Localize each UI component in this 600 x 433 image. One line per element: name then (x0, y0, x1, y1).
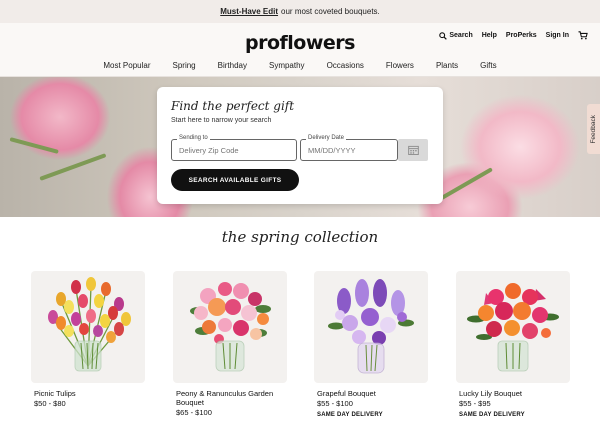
product-image-lucky-lily[interactable] (456, 271, 570, 383)
promo-text: our most coveted bouquets. (281, 7, 380, 16)
peony-stem (9, 137, 59, 154)
peony-stem (439, 167, 493, 201)
nav-flowers[interactable]: Flowers (375, 61, 425, 70)
nav-birthday[interactable]: Birthday (207, 61, 258, 70)
search-link[interactable]: Search (439, 31, 473, 40)
cart-button[interactable] (578, 31, 588, 40)
date-field: Delivery Date (300, 135, 398, 161)
product-image-peony-ranunculus[interactable] (173, 271, 287, 383)
grapeful-bouquet-illustration (328, 279, 414, 374)
tulips-illustration (48, 277, 131, 372)
finder-title: Find the perfect gift (171, 99, 295, 113)
lucky-lily-illustration (467, 283, 559, 372)
feedback-tab[interactable]: Feedback (587, 104, 600, 154)
product-image-grapeful-bouquet[interactable] (314, 271, 428, 383)
nav-most-popular[interactable]: Most Popular (92, 61, 161, 70)
cart-icon (578, 31, 588, 40)
product-card[interactable]: Grapeful Bouquet $55 - $100 SAME DAY DEL… (314, 271, 428, 418)
product-card[interactable]: Lucky Lily Bouquet $55 - $95 SAME DAY DE… (456, 271, 570, 418)
hero-banner: Find the perfect gift Start here to narr… (0, 77, 600, 217)
date-input[interactable] (301, 140, 397, 161)
peony-stem (39, 153, 107, 181)
search-gifts-button[interactable]: SEARCH AVAILABLE GIFTS (171, 169, 299, 191)
product-price: $50 - $80 (34, 399, 66, 408)
finder-subtitle: Start here to narrow your search (171, 117, 272, 124)
signin-link[interactable]: Sign In (546, 32, 569, 39)
zip-field: Sending to (171, 135, 297, 161)
collection-title: the spring collection (221, 228, 379, 246)
search-icon (439, 31, 448, 40)
nav-spring[interactable]: Spring (162, 61, 207, 70)
same-day-badge: SAME DAY DELIVERY (459, 412, 525, 418)
product-price: $55 - $100 (317, 399, 353, 408)
zip-label: Sending to (177, 135, 210, 141)
search-label: Search (449, 32, 473, 39)
product-card[interactable]: Peony & Ranunculus Garden Bouquet $65 - … (173, 271, 287, 417)
calendar-icon (407, 145, 419, 155)
date-label: Delivery Date (306, 135, 347, 141)
same-day-badge: SAME DAY DELIVERY (317, 412, 383, 418)
nav-occasions[interactable]: Occasions (316, 61, 375, 70)
gift-finder-card: Find the perfect gift Start here to narr… (157, 87, 443, 204)
product-name[interactable]: Grapeful Bouquet (314, 389, 428, 398)
product-price: $55 - $95 (459, 399, 491, 408)
product-image-picnic-tulips[interactable] (31, 271, 145, 383)
help-link[interactable]: Help (482, 32, 497, 39)
main-nav: Most Popular Spring Birthday Sympathy Oc… (0, 61, 600, 70)
product-name[interactable]: Picnic Tulips (31, 389, 145, 398)
product-grid: Picnic Tulips $50 - $80 Peony & Ranuncul… (31, 271, 571, 433)
product-name[interactable]: Peony & Ranunculus Garden Bouquet (173, 389, 287, 407)
nav-plants[interactable]: Plants (425, 61, 469, 70)
product-price: $65 - $100 (176, 408, 212, 417)
site-header: proflowers Search Help ProPerks Sign In … (0, 23, 600, 77)
feedback-label: Feedback (590, 114, 597, 144)
utility-nav: Search Help ProPerks Sign In (439, 31, 588, 40)
product-card[interactable]: Picnic Tulips $50 - $80 (31, 271, 145, 408)
calendar-button[interactable] (398, 139, 428, 161)
nav-gifts[interactable]: Gifts (469, 61, 507, 70)
zip-input[interactable] (172, 140, 296, 161)
nav-sympathy[interactable]: Sympathy (258, 61, 316, 70)
properks-link[interactable]: ProPerks (506, 32, 537, 39)
product-name[interactable]: Lucky Lily Bouquet (456, 389, 570, 398)
peony-bouquet-illustration (190, 282, 271, 372)
promo-banner: Must-Have Edit our most coveted bouquets… (0, 0, 600, 23)
promo-link[interactable]: Must-Have Edit (220, 7, 278, 16)
